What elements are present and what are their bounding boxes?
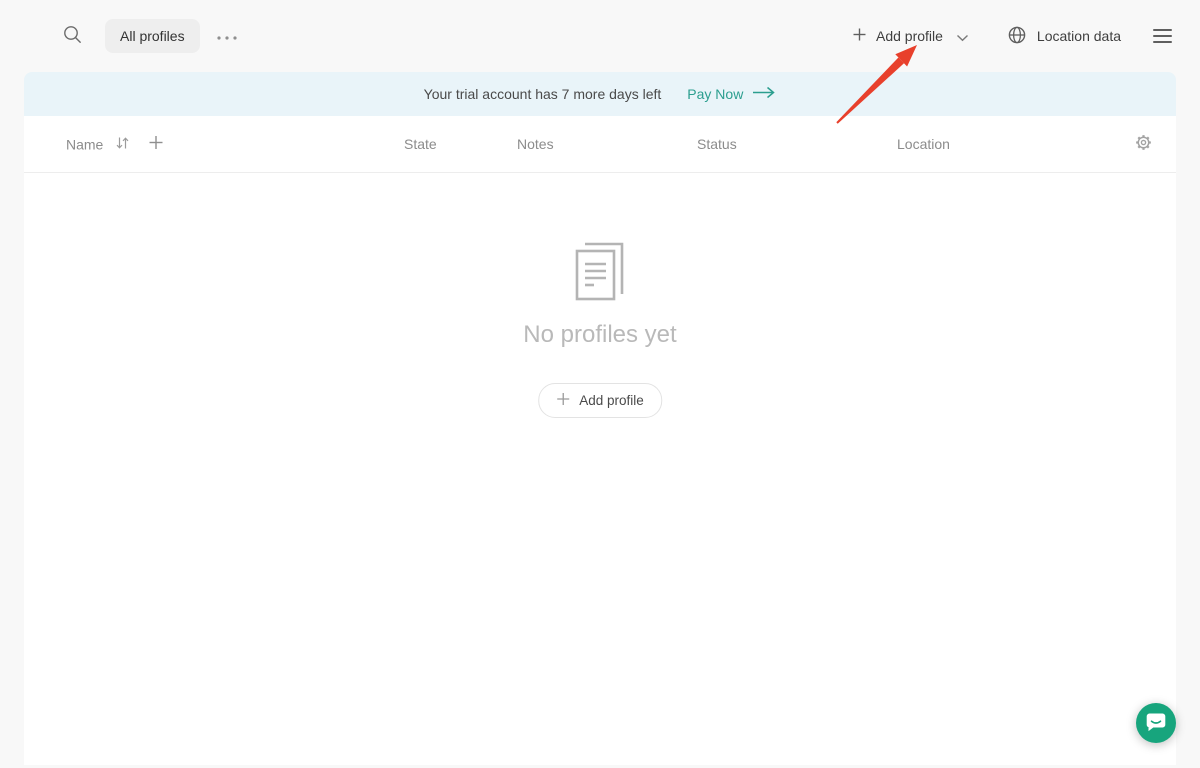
arrow-right-icon: [752, 86, 776, 102]
name-column-label: Name: [66, 136, 104, 152]
plus-icon: [556, 392, 570, 409]
location-data-button[interactable]: Location data: [1007, 25, 1121, 48]
more-options-button[interactable]: [216, 29, 238, 44]
trial-message: Your trial account has 7 more days left: [423, 86, 662, 102]
column-header-name: Name: [66, 135, 164, 154]
hamburger-icon: [1153, 29, 1172, 31]
table-settings-button[interactable]: [1133, 132, 1154, 156]
more-options-icon: [216, 29, 238, 44]
column-header-location: Location: [897, 136, 950, 152]
globe-icon: [1007, 25, 1027, 48]
gear-icon: [1133, 132, 1154, 156]
empty-state-title: No profiles yet: [523, 321, 677, 348]
chat-bubble-icon: [1144, 710, 1168, 737]
sort-icon: [115, 136, 130, 152]
add-profile-button[interactable]: Add profile: [852, 27, 969, 45]
topbar: All profiles Add profile Location data: [0, 0, 1200, 72]
chevron-down-icon: [956, 29, 969, 45]
table-header: Name State Notes Status Location: [24, 116, 1176, 173]
plus-icon: [148, 135, 164, 154]
profiles-table-panel: Name State Notes Status Location No prof…: [24, 116, 1176, 765]
empty-add-profile-button[interactable]: Add profile: [538, 383, 662, 418]
trial-banner: Your trial account has 7 more days left …: [24, 72, 1176, 116]
menu-button[interactable]: [1153, 25, 1172, 47]
pay-now-link[interactable]: Pay Now: [687, 86, 776, 102]
pay-now-label: Pay Now: [687, 86, 744, 102]
search-icon: [62, 24, 83, 48]
search-button[interactable]: [62, 24, 83, 48]
add-column-button[interactable]: [148, 135, 164, 154]
column-header-status: Status: [697, 136, 737, 152]
tab-all-profiles[interactable]: All profiles: [105, 19, 200, 53]
empty-profiles-icon: [572, 238, 628, 307]
empty-add-profile-label: Add profile: [579, 393, 644, 408]
topbar-right: Add profile Location data: [852, 25, 1172, 48]
column-header-state: State: [404, 136, 437, 152]
column-header-notes: Notes: [517, 136, 554, 152]
add-profile-label: Add profile: [875, 28, 943, 44]
location-data-label: Location data: [1036, 28, 1121, 44]
chat-launcher-button[interactable]: [1136, 703, 1176, 743]
sort-button[interactable]: [115, 136, 130, 152]
plus-icon: [852, 27, 867, 45]
